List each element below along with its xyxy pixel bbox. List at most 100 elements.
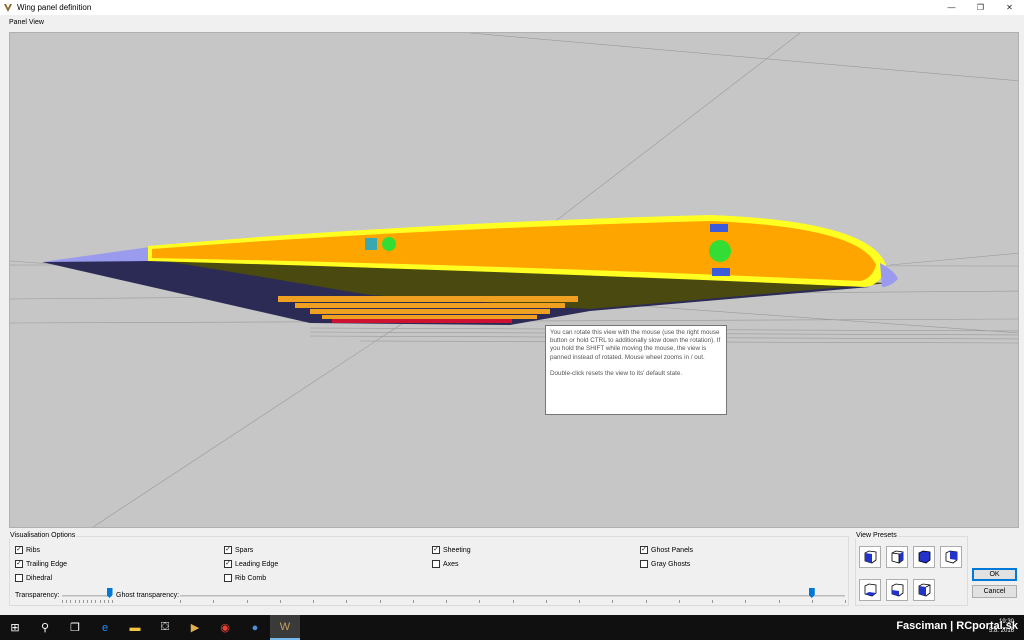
spars-checkbox[interactable]: ✓ Spars — [224, 546, 253, 554]
slider-tick — [845, 600, 846, 603]
ghost-transparency-ticks — [180, 600, 846, 603]
leading-edge-label: Leading Edge — [235, 560, 279, 568]
chrome-icon[interactable]: ◉ — [210, 615, 240, 640]
ribs-label: Ribs — [26, 546, 41, 554]
watermark-text: Fasciman | RCportal.sk — [896, 620, 1018, 632]
wing-app-taskbar-icon[interactable]: W — [270, 615, 300, 640]
wing-3d-render — [10, 33, 1018, 527]
dihedral-checkbox[interactable]: Dihedral — [15, 574, 52, 582]
visualisation-options-title: Visualisation Options — [9, 532, 77, 539]
ghost-panels-checkbox[interactable]: ✓ Ghost Panels — [640, 546, 693, 554]
panel-3d-view[interactable]: You can rotate this view with the mouse … — [9, 32, 1019, 528]
leading-edge-checkbox[interactable]: ✓ Leading Edge — [224, 560, 278, 568]
rib-comb-label: Rib Comb — [235, 574, 267, 582]
checkbox-box — [15, 574, 23, 582]
ok-button[interactable]: OK — [972, 568, 1017, 581]
close-button[interactable]: ✕ — [995, 0, 1024, 15]
gray-ghosts-checkbox[interactable]: Gray Ghosts — [640, 560, 690, 568]
checkbox-box — [640, 560, 648, 568]
tooltip-reset-text: Double-click resets the view to its' def… — [550, 369, 683, 377]
preset-iso-side-icon — [918, 583, 931, 597]
slider-tick — [346, 600, 348, 603]
preset-right-button[interactable] — [886, 546, 908, 568]
start-windows-icon[interactable]: ⊞ — [0, 615, 30, 640]
trailing-edge-checkbox[interactable]: ✓ Trailing Edge — [15, 560, 67, 568]
preset-iso-front-button[interactable] — [886, 579, 908, 601]
app-logo-icon — [4, 3, 12, 12]
slider-tick — [91, 600, 93, 603]
ghost-transparency-slider[interactable] — [180, 595, 845, 597]
panel-view-label: Panel View — [9, 19, 44, 26]
preset-right-icon — [891, 550, 904, 564]
axes-checkbox[interactable]: Axes — [432, 560, 459, 568]
preset-left-button[interactable] — [913, 546, 935, 568]
transparency-label: Transparency: — [15, 592, 60, 599]
task-view-icon[interactable]: ❐ — [60, 615, 90, 640]
slider-tick — [745, 600, 747, 603]
taskbar: ⊞ ⚲ ❐ e ▬ ⛋ ▶ ◉ ● W 19:30 5.8. 2016 — [0, 615, 1024, 640]
slider-tick — [112, 600, 113, 603]
spars-label: Spars — [235, 546, 254, 554]
rib-comb-checkbox[interactable]: Rib Comb — [224, 574, 266, 582]
preset-iso-front-icon — [891, 583, 904, 597]
slider-tick — [811, 600, 813, 603]
slider-tick — [103, 600, 105, 603]
slider-tick — [70, 600, 72, 603]
checkbox-box: ✓ — [15, 546, 23, 554]
preset-iso-side-button[interactable] — [913, 579, 935, 601]
view-presets-title: View Presets — [855, 532, 898, 539]
slider-tick — [612, 600, 614, 603]
slider-tick — [99, 600, 101, 603]
slider-tick — [678, 600, 680, 603]
gray-ghosts-label: Gray Ghosts — [651, 560, 691, 568]
checkbox-box: ✓ — [15, 560, 23, 568]
slider-tick — [712, 600, 713, 603]
preset-front-button[interactable] — [859, 546, 881, 568]
transparency-ticks — [62, 600, 113, 603]
slider-tick — [107, 600, 109, 603]
transparency-slider[interactable] — [62, 595, 112, 597]
slider-tick — [313, 600, 314, 603]
slider-tick — [213, 600, 215, 603]
slider-tick — [512, 600, 514, 603]
sheeting-label: Sheeting — [443, 546, 471, 554]
slider-tick — [479, 600, 481, 603]
axes-label: Axes — [443, 560, 459, 568]
slider-tick — [246, 600, 248, 603]
slider-tick — [82, 600, 84, 603]
minimize-button[interactable]: — — [937, 0, 966, 15]
slider-tick — [579, 600, 580, 603]
preset-front-icon — [864, 550, 877, 564]
ghost-panels-label: Ghost Panels — [651, 546, 694, 554]
media-player-icon[interactable]: ▶ — [180, 615, 210, 640]
edge-browser-icon[interactable]: e — [90, 615, 120, 640]
title-bar: Wing panel definition — ❐ ✕ — [0, 0, 1024, 15]
checkbox-box: ✓ — [432, 546, 440, 554]
cancel-button[interactable]: Cancel — [972, 585, 1017, 598]
restore-button[interactable]: ❐ — [966, 0, 995, 15]
checkbox-box: ✓ — [224, 546, 232, 554]
file-explorer-icon[interactable]: ▬ — [120, 615, 150, 640]
ghost-transparency-label: Ghost transparency: — [116, 592, 180, 599]
store-icon[interactable]: ⛋ — [150, 615, 180, 640]
window-title: Wing panel definition — [17, 3, 92, 12]
slider-tick — [545, 600, 547, 603]
slider-tick — [412, 600, 414, 603]
sheeting-checkbox[interactable]: ✓ Sheeting — [432, 546, 471, 554]
slider-tick — [778, 600, 780, 603]
dihedral-label: Dihedral — [26, 574, 53, 582]
preset-iso-top-icon — [864, 583, 877, 597]
slider-tick — [279, 600, 281, 603]
search-icon[interactable]: ⚲ — [30, 615, 60, 640]
preset-back-button[interactable] — [940, 546, 962, 568]
checkbox-box: ✓ — [224, 560, 232, 568]
preset-left-icon — [918, 550, 931, 564]
ribs-checkbox[interactable]: ✓ Ribs — [15, 546, 40, 554]
slider-tick — [62, 600, 63, 603]
slider-tick — [74, 600, 76, 603]
slider-tick — [379, 600, 381, 603]
slider-tick — [645, 600, 647, 603]
checkbox-box: ✓ — [640, 546, 648, 554]
globe-app-icon[interactable]: ● — [240, 615, 270, 640]
preset-iso-top-button[interactable] — [859, 579, 881, 601]
